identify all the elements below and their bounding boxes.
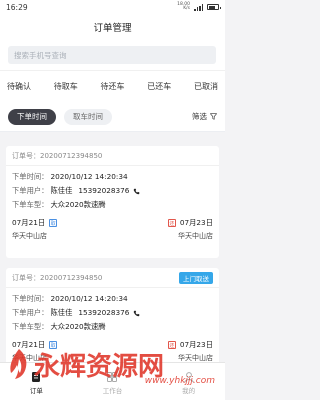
tab-pending-pickup[interactable]: 待取车 <box>54 81 78 92</box>
app-header: 订单管理 <box>0 14 225 40</box>
return-date: 07月23日 <box>179 218 213 227</box>
phone-icon[interactable] <box>133 188 140 195</box>
order-car-row: 下单车型： 大众2020款速腾 <box>12 200 106 209</box>
status-time: 16:29 <box>6 2 28 12</box>
return-info: 还 07月23日 华天中山店 <box>167 218 213 241</box>
order-card[interactable]: 订单号： 20200712394850 下单时间： 2020/10/12 14:20… <box>6 146 219 258</box>
pickup-store: 华天中山店 <box>12 232 47 240</box>
pickup-badge: 取 <box>49 219 58 227</box>
net-speed: 18.00 K/s <box>177 1 190 11</box>
order-user-row: 下单用户： 陈佳佳 15392028376 <box>12 306 213 320</box>
order-list-icon <box>32 372 41 382</box>
tab-pending-return[interactable]: 待还车 <box>101 81 125 92</box>
sort-row: 下单时间 取车时间 筛选 <box>0 102 225 132</box>
status-bar: 16:29 18.00 K/s <box>0 0 225 14</box>
sort-by-pickup-time-button[interactable]: 取车时间 <box>64 108 112 125</box>
order-number: 订单号： 20200712394850 <box>6 146 219 166</box>
user-phone: 15392028376 <box>78 308 130 317</box>
return-info: 还 07月23日 华天中山店 <box>167 340 213 363</box>
tab-cancelled[interactable]: 已取消 <box>194 81 218 92</box>
return-badge: 还 <box>167 219 176 227</box>
filter-label: 筛选 <box>192 112 207 121</box>
return-badge: 还 <box>167 341 176 349</box>
search-input[interactable] <box>8 46 216 64</box>
status-indicators: 18.00 K/s <box>177 1 221 12</box>
rental-dates: 07月21日 取 华天中山店 还 07月23日 华天中山店 <box>6 212 219 241</box>
pickup-info: 07月21日 取 华天中山店 <box>12 340 58 363</box>
tab-workbench[interactable]: 工作台 <box>103 371 122 395</box>
filter-button[interactable]: 筛选 <box>192 111 217 122</box>
search-bar <box>0 40 225 70</box>
order-time-row: 下单时间： 2020/10/12 14:20:34 <box>12 294 128 303</box>
tab-mine[interactable]: 我的 <box>182 371 195 395</box>
order-car-row: 下单车型： 大众2020款速腾 <box>12 322 106 331</box>
order-status-tabs: 待确认 待取车 待还车 已还车 已取消 <box>0 70 225 102</box>
order-time-row: 下单时间： 2020/10/12 14:20:34 <box>12 172 128 181</box>
tab-orders[interactable]: 订单 <box>30 371 43 395</box>
user-icon <box>183 372 194 383</box>
sort-by-order-time-button[interactable]: 下单时间 <box>8 108 56 125</box>
bottom-tab-bar: 订单 工作台 我的 <box>0 362 225 400</box>
tab-pending-confirm[interactable]: 待确认 <box>7 81 31 92</box>
signal-icon <box>194 3 203 11</box>
tab-returned[interactable]: 已还车 <box>147 81 171 92</box>
page-title: 订单管理 <box>93 23 132 34</box>
workbench-icon <box>107 372 118 382</box>
phone-icon[interactable] <box>133 310 140 317</box>
pickup-date: 07月21日 <box>12 340 46 349</box>
rental-dates: 07月21日 取 华天中山店 还 07月23日 华天中山店 <box>6 334 219 363</box>
return-date: 07月23日 <box>179 340 213 349</box>
return-store: 华天中山店 <box>178 232 213 240</box>
filter-icon <box>210 113 217 120</box>
user-phone: 15392028376 <box>78 186 130 195</box>
order-user-row: 下单用户： 陈佳佳 15392028376 <box>12 184 213 198</box>
order-number: 订单号： 20200712394850 上门取送 <box>6 268 219 288</box>
delivery-tag: 上门取送 <box>179 272 213 284</box>
battery-icon <box>207 4 221 10</box>
pickup-info: 07月21日 取 华天中山店 <box>12 218 58 241</box>
pickup-badge: 取 <box>49 341 58 349</box>
pickup-date: 07月21日 <box>12 218 46 227</box>
